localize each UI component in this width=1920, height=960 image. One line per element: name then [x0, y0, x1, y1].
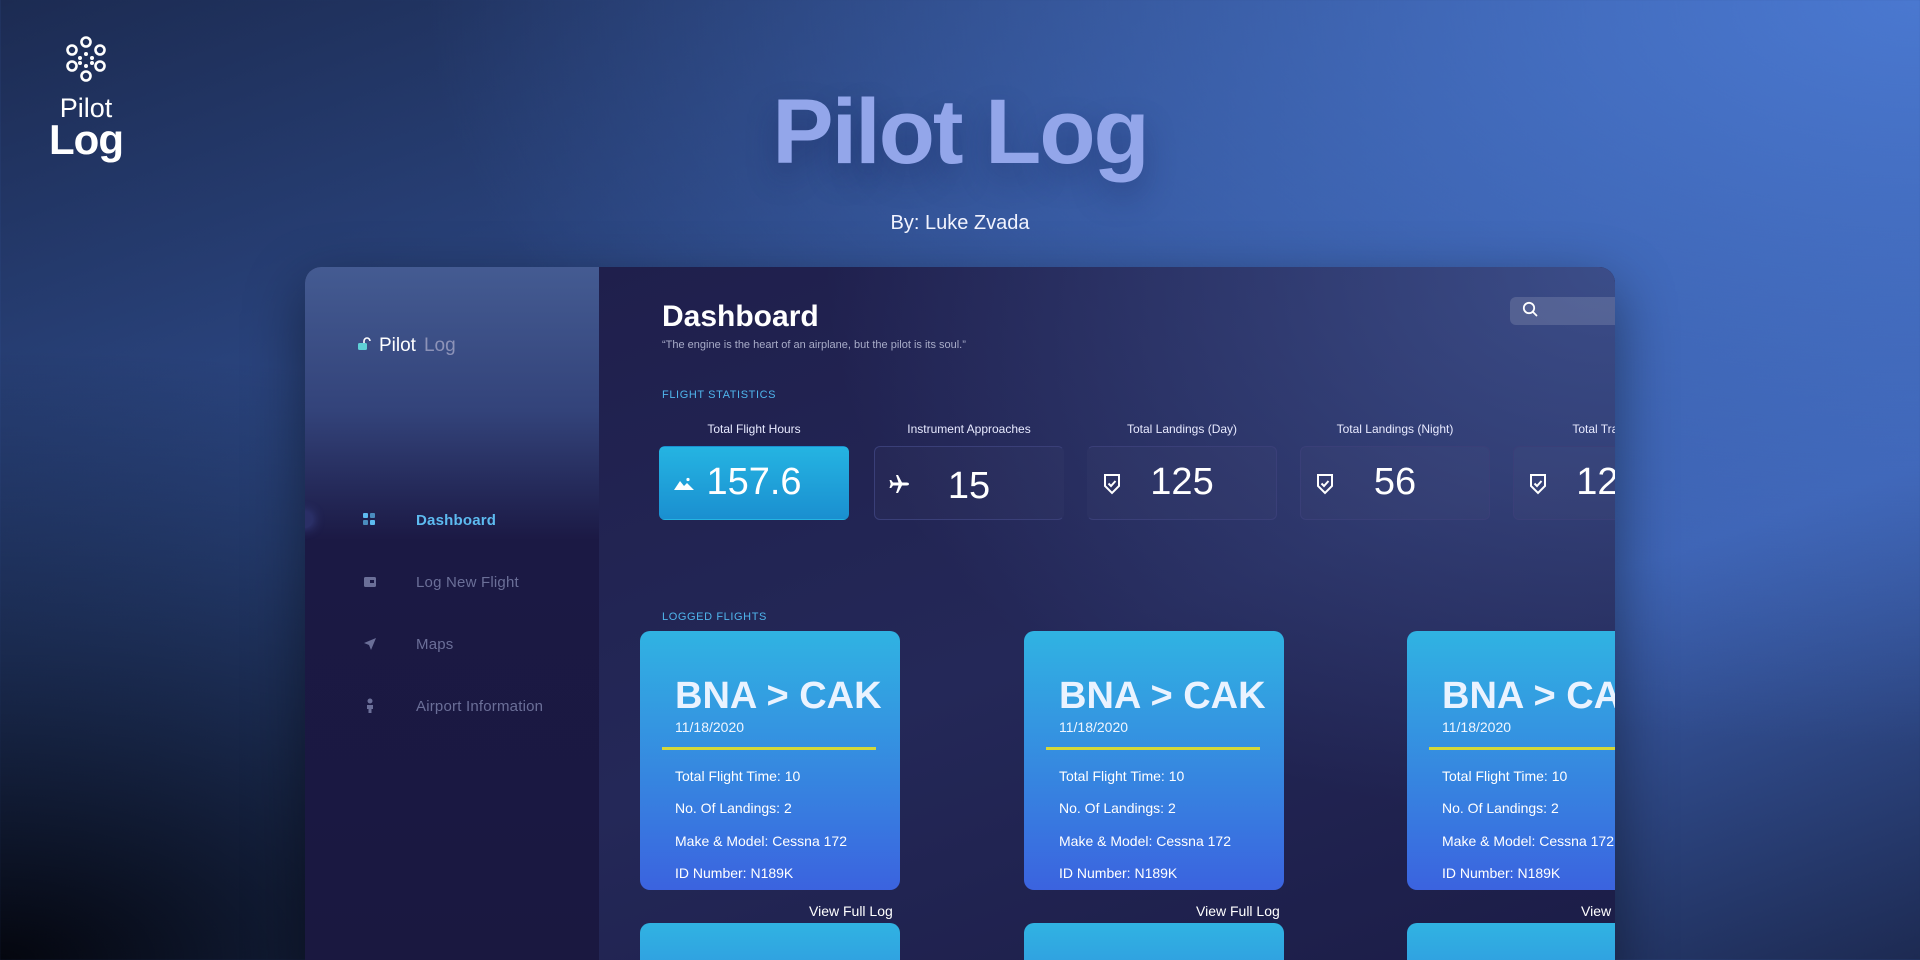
stat-card-total-training[interactable]: Total Training 120 — [1513, 422, 1615, 520]
stat-box: 120 — [1513, 446, 1615, 520]
stat-label: Total Flight Hours — [707, 422, 801, 436]
stat-box: 125 — [1087, 446, 1277, 520]
dashboard-icon — [362, 512, 378, 528]
flight-model: Make & Model: Cessna 172 — [675, 833, 847, 849]
search-icon — [1522, 301, 1538, 322]
flight-date: 11/18/2020 — [1442, 719, 1512, 735]
flight-landings: No. Of Landings: 2 — [675, 800, 792, 816]
flight-id: ID Number: N189K — [675, 865, 794, 881]
sidebar-item-label: Dashboard — [416, 511, 497, 529]
stat-card-total-landings-day[interactable]: Total Landings (Day) 125 — [1087, 422, 1277, 520]
sidebar-item-dashboard[interactable]: Dashboard — [305, 489, 599, 551]
stat-value: 56 — [1373, 461, 1417, 503]
sidebar-item-log-new-flight[interactable]: Log New Flight — [305, 551, 599, 613]
page-quote: “The engine is the heart of an airplane,… — [662, 339, 966, 351]
logbook-icon — [362, 574, 378, 590]
flight-landings: No. Of Landings: 2 — [1442, 800, 1559, 816]
flight-date: 11/18/2020 — [675, 719, 745, 735]
sidebar-item-airport-information[interactable]: Airport Information — [305, 675, 599, 737]
search-input[interactable] — [1546, 304, 1615, 318]
flight-id: ID Number: N189K — [1442, 865, 1561, 881]
card-divider — [1429, 747, 1615, 750]
flight-route: BNA > CAK — [1059, 675, 1266, 717]
logged-flights-heading: LOGGED FLIGHTS — [662, 611, 767, 623]
card-divider — [1046, 747, 1260, 750]
view-full-log-link[interactable]: View Full Log — [809, 903, 893, 919]
stat-label: Total Landings (Day) — [1126, 422, 1238, 436]
stat-card-total-flight-hours[interactable]: Total Flight Hours 157.6 — [659, 422, 849, 520]
sidebar-brand-log: Log — [423, 335, 456, 356]
flight-card[interactable]: BNA > CAK 11/18/2020 Total Flight Time: … — [1407, 631, 1615, 890]
stat-value: 15 — [947, 465, 991, 507]
hero-title: Pilot Log — [772, 81, 1149, 183]
stat-label: Total Training — [1572, 422, 1615, 436]
hero-byline: By: Luke Zvada — [890, 212, 1030, 234]
stat-value: 157.6 — [706, 461, 802, 503]
flight-card[interactable]: BNA > CAK 11/18/2020 Total Flight Time: … — [1024, 631, 1284, 890]
stat-box: 56 — [1300, 446, 1490, 520]
flight-model: Make & Model: Cessna 172 — [1442, 833, 1614, 849]
flight-statistics-heading: FLIGHT STATISTICS — [662, 389, 777, 401]
stat-box: 15 — [874, 446, 1064, 520]
stat-value: 120 — [1576, 461, 1615, 503]
sidebar-brand[interactable]: Pilot Log — [357, 335, 456, 357]
search-box[interactable] — [1510, 297, 1615, 325]
flight-card-partial[interactable] — [1024, 923, 1284, 960]
main-content: Dashboard “The engine is the heart of an… — [599, 267, 1615, 960]
person-pin-icon — [362, 698, 378, 714]
sidebar-item-label: Airport Information — [416, 697, 544, 715]
page-title: Dashboard — [662, 300, 819, 333]
stat-value: 125 — [1150, 461, 1214, 503]
flight-card-partial[interactable] — [640, 923, 900, 960]
flight-id: ID Number: N189K — [1059, 865, 1178, 881]
view-full-log-link[interactable]: View Full Log — [1196, 903, 1280, 919]
sidebar-brand-pilot: Pilot — [379, 335, 416, 356]
stat-card-instrument-approaches[interactable]: Instrument Approaches 15 — [874, 422, 1064, 520]
flight-card-partial[interactable] — [1407, 923, 1615, 960]
sidebar-nav: Dashboard Log New Flight Maps Airport In… — [305, 489, 599, 737]
app-window: Pilot Log Dashboard Log New Flight Maps … — [305, 267, 1615, 960]
flight-date: 11/18/2020 — [1059, 719, 1129, 735]
stat-box: 157.6 — [659, 446, 849, 520]
view-full-log-link[interactable]: View Full Log — [1581, 903, 1615, 919]
card-divider — [662, 747, 876, 750]
flight-landings: No. Of Landings: 2 — [1059, 800, 1176, 816]
flight-model: Make & Model: Cessna 172 — [1059, 833, 1231, 849]
stat-card-total-landings-night[interactable]: Total Landings (Night) 56 — [1300, 422, 1490, 520]
flight-time: Total Flight Time: 10 — [675, 768, 801, 784]
flight-card[interactable]: BNA > CAK 11/18/2020 Total Flight Time: … — [640, 631, 900, 890]
sidebar-item-maps[interactable]: Maps — [305, 613, 599, 675]
sidebar-item-label: Log New Flight — [416, 573, 519, 591]
lock-open-icon — [357, 335, 371, 357]
send-icon — [362, 636, 378, 652]
stat-label: Total Landings (Night) — [1336, 422, 1454, 436]
flight-time: Total Flight Time: 10 — [1442, 768, 1568, 784]
stat-label: Instrument Approaches — [907, 422, 1031, 436]
sidebar: Pilot Log Dashboard Log New Flight Maps … — [305, 267, 599, 960]
sidebar-item-label: Maps — [416, 635, 454, 653]
flight-route: BNA > CAK — [1442, 675, 1615, 717]
flight-route: BNA > CAK — [675, 675, 882, 717]
flight-time: Total Flight Time: 10 — [1059, 768, 1185, 784]
